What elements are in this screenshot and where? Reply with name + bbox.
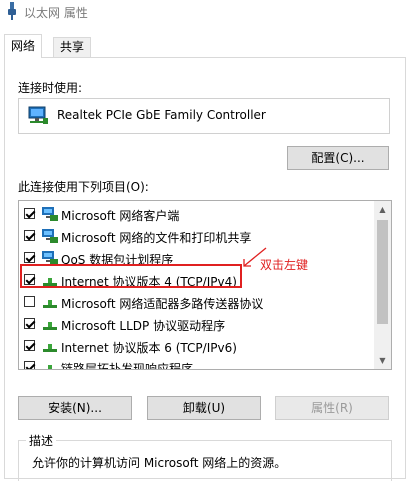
title-bar: 以太网 属性 <box>0 0 410 24</box>
tab-sharing[interactable]: 共享 <box>53 37 92 57</box>
highlight-box <box>20 264 242 288</box>
description-legend: 描述 <box>26 432 57 449</box>
checkbox[interactable] <box>24 296 35 307</box>
protocol-icon <box>43 300 57 308</box>
list-item[interactable]: Microsoft 网络客户端 <box>19 203 374 225</box>
network-adapter-icon <box>8 2 16 20</box>
list-item-label: Microsoft 网络适配器多路传送器协议 <box>61 297 264 311</box>
configure-button[interactable]: 配置(C)... <box>287 146 389 170</box>
description-text: 允许你的计算机访问 Microsoft 网络上的资源。 <box>32 456 287 470</box>
checkbox[interactable] <box>24 252 35 263</box>
properties-button[interactable]: 属性(R) <box>275 396 389 420</box>
checkbox[interactable] <box>24 340 35 351</box>
protocol-icon <box>48 365 52 369</box>
checkbox[interactable] <box>24 361 35 369</box>
tab-network[interactable]: 网络 <box>4 34 43 58</box>
list-item[interactable]: Microsoft 网络适配器多路传送器协议 <box>19 291 374 313</box>
network-adapter-icon <box>28 106 48 124</box>
list-item[interactable]: Internet 协议版本 6 (TCP/IPv6) <box>19 335 374 357</box>
list-scrollbar[interactable]: ▲ ▼ <box>374 201 391 369</box>
list-item-label: Microsoft 网络的文件和打印机共享 <box>61 231 252 245</box>
uninstall-button[interactable]: 卸载(U) <box>147 396 261 420</box>
window-title: 以太网 属性 <box>24 6 88 20</box>
list-item[interactable]: Microsoft 网络的文件和打印机共享 <box>19 225 374 247</box>
network-client-icon <box>42 207 58 221</box>
list-item[interactable]: 链路层拓扑发现响应程序 <box>19 356 374 370</box>
annotation-text: 双击左键 <box>260 258 309 272</box>
protocol-icon <box>43 344 57 352</box>
scrollbar-thumb[interactable] <box>377 220 388 324</box>
list-item-label: Microsoft 网络客户端 <box>61 209 180 223</box>
list-item[interactable]: Microsoft LLDP 协议驱动程序 <box>19 313 374 335</box>
install-button[interactable]: 安装(N)... <box>18 396 132 420</box>
scroll-up-arrow-icon[interactable]: ▲ <box>374 201 391 218</box>
list-item-label: Microsoft LLDP 协议驱动程序 <box>61 319 226 333</box>
adapter-field: Realtek PCIe GbE Family Controller <box>18 98 390 134</box>
checkbox[interactable] <box>24 208 35 219</box>
items-label: 此连接使用下列项目(O): <box>18 180 149 194</box>
scroll-down-arrow-icon[interactable]: ▼ <box>374 352 391 369</box>
adapter-name: Realtek PCIe GbE Family Controller <box>57 108 266 122</box>
list-item-label: Internet 协议版本 6 (TCP/IPv6) <box>61 341 237 355</box>
network-client-icon <box>42 229 58 243</box>
list-item-label: 链路层拓扑发现响应程序 <box>61 362 194 370</box>
protocol-icon <box>43 322 57 330</box>
checkbox[interactable] <box>24 318 35 329</box>
tab-bar: 网络 共享 <box>0 34 410 58</box>
checkbox[interactable] <box>24 230 35 241</box>
connect-using-label: 连接时使用: <box>18 81 83 95</box>
